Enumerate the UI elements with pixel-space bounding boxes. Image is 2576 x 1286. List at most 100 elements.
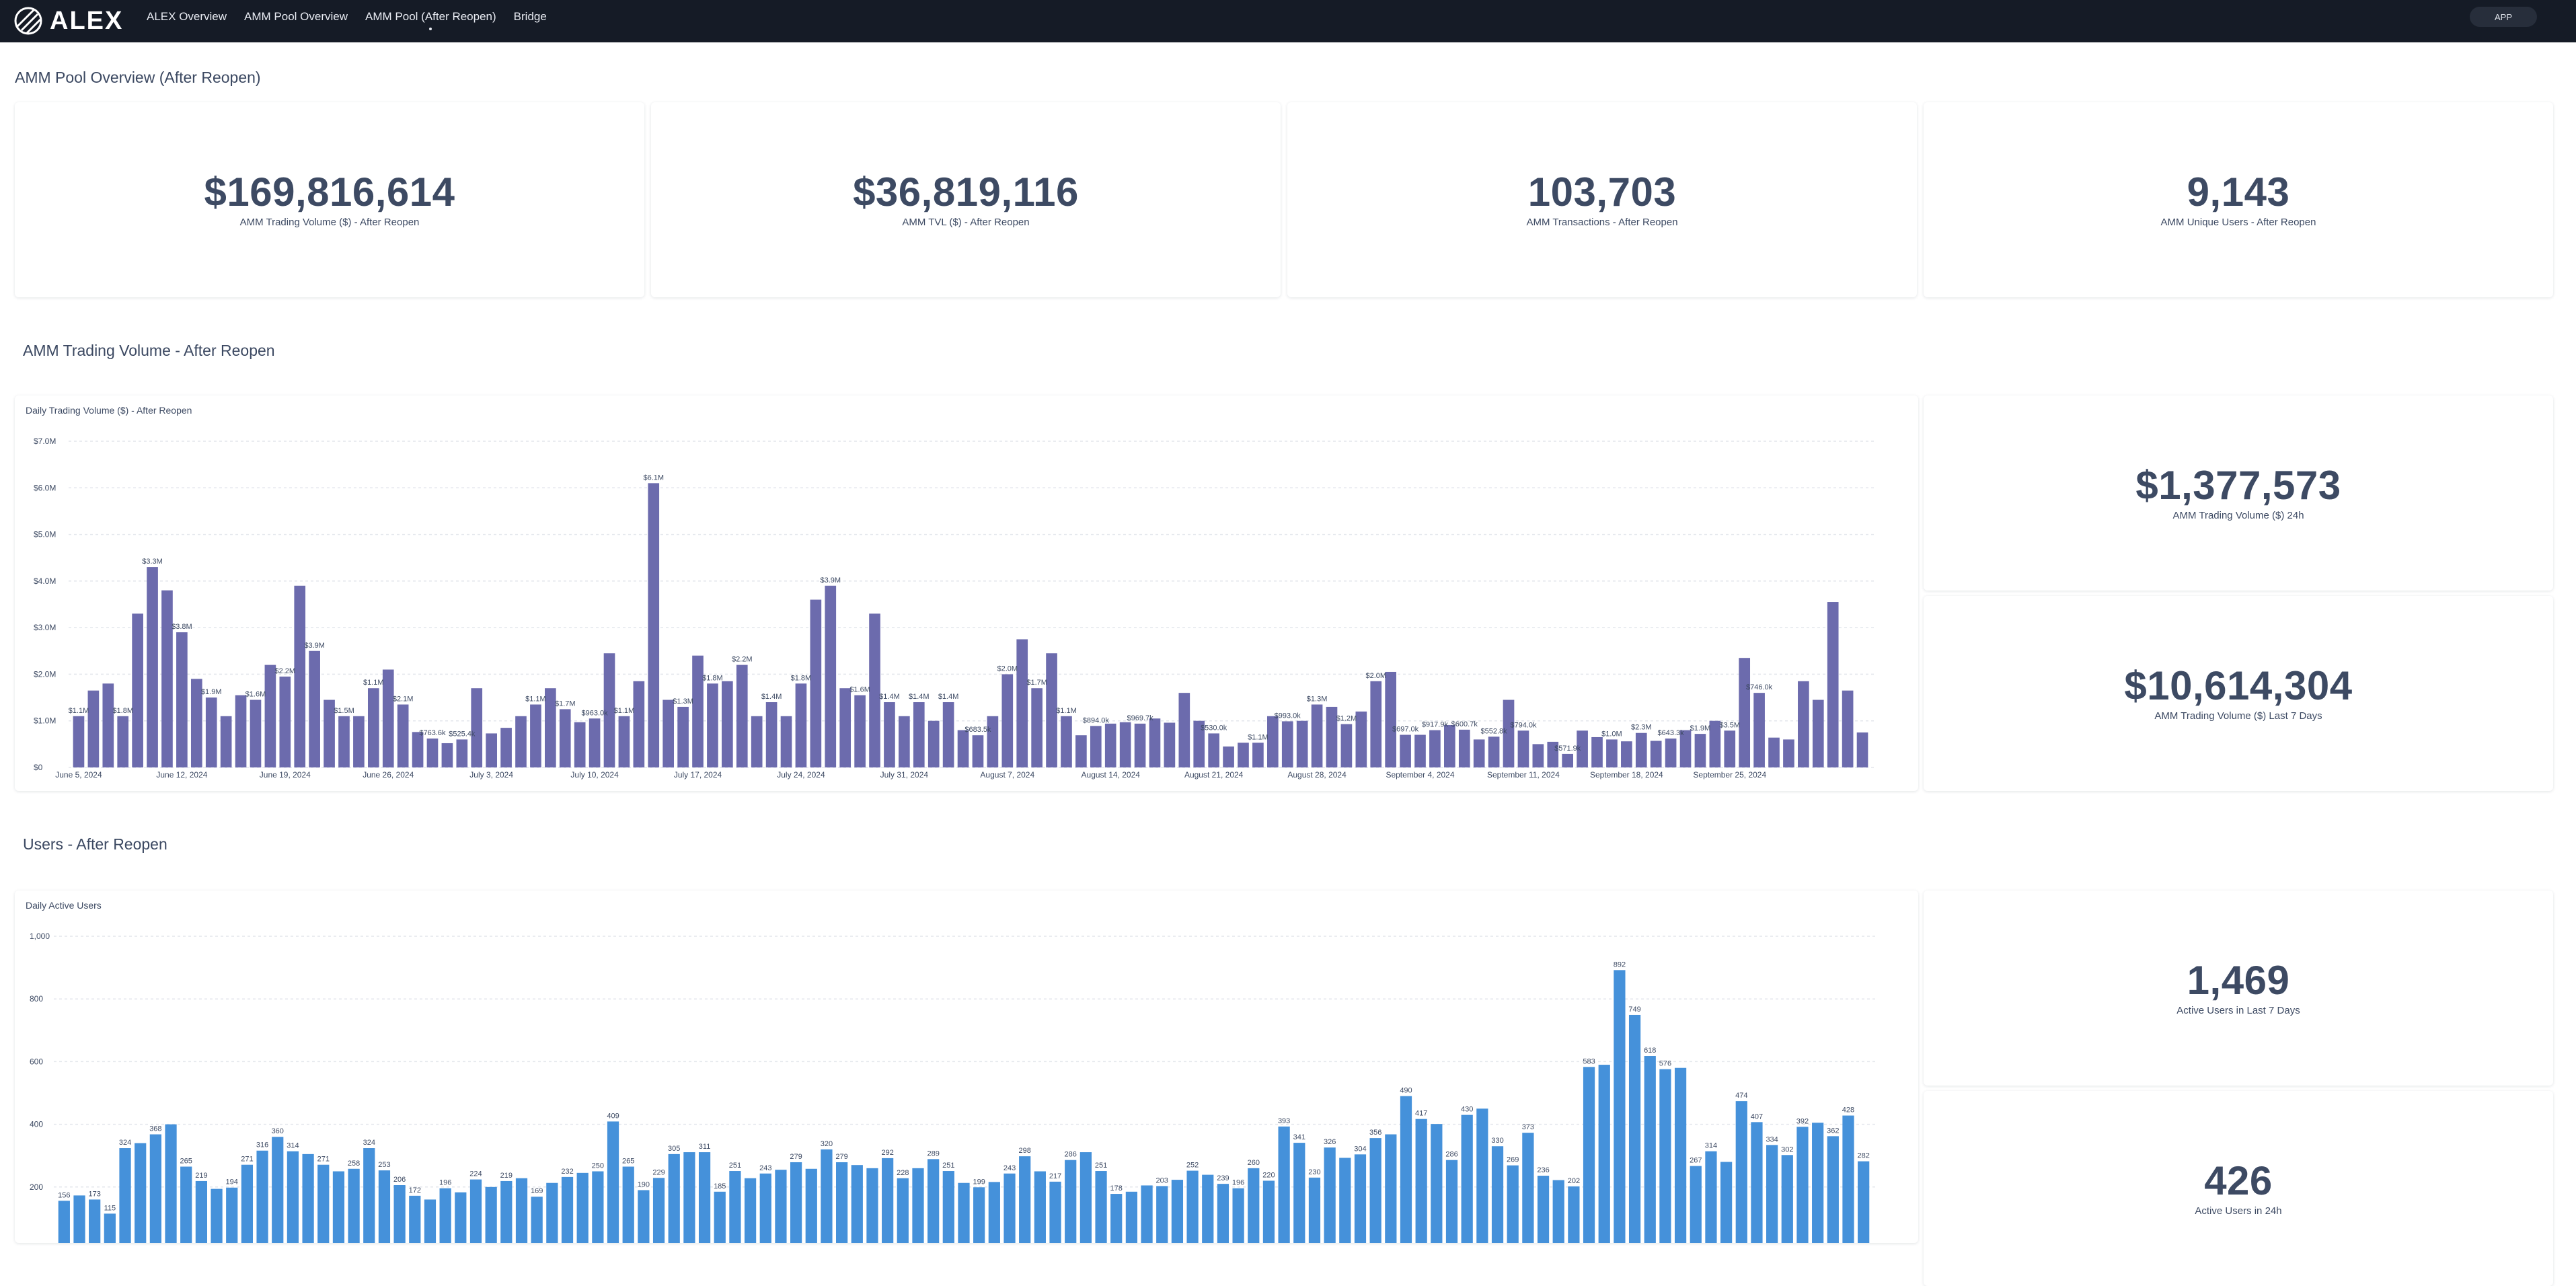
data-label: 219 [195,1172,207,1180]
data-label: 393 [1278,1117,1290,1125]
bar [1751,1122,1763,1250]
bar [1650,741,1662,767]
bar [589,718,601,767]
bar [1796,1127,1809,1250]
bar [1628,1014,1641,1250]
data-label: 239 [1217,1174,1229,1182]
bar [424,1199,437,1250]
bar [622,1166,634,1250]
bar [1202,1174,1214,1250]
bar [683,1152,695,1250]
overview-section-title: AMM Pool Overview (After Reopen) [15,69,261,86]
bar [1532,744,1544,767]
y-tick-label: 400 [30,1120,43,1129]
bar [382,669,394,767]
bar [456,739,468,767]
data-label: 320 [821,1140,833,1148]
bar [1583,1067,1595,1250]
alex-logo[interactable]: ALEX [13,5,123,36]
data-label: $1.3M [1307,695,1328,703]
kpi-label: AMM Trading Volume ($) 24h [2172,509,2304,521]
data-label: 196 [1232,1179,1244,1187]
bar [795,683,807,767]
data-label: $763.6k [419,729,446,737]
data-label: $1.6M [849,686,870,694]
x-tick-label: August 7, 2024 [980,770,1034,780]
bar [1798,681,1809,767]
data-label: 258 [348,1160,360,1168]
data-label: $894.0k [1083,716,1110,724]
data-label: 173 [89,1190,101,1198]
bar [1644,1056,1656,1250]
data-label: 251 [942,1162,954,1170]
data-label: 156 [58,1191,70,1199]
data-label: 279 [835,1153,847,1161]
app-button[interactable]: APP [2470,7,2537,27]
bar [397,704,409,767]
bar [1095,1171,1107,1250]
data-label: $1.7M [1026,679,1047,687]
bar [1768,737,1780,767]
nav-amm-pool-overview[interactable]: AMM Pool Overview [244,10,348,24]
data-label: 490 [1400,1087,1412,1095]
bar [1522,1133,1534,1250]
bar [897,1178,909,1250]
data-label: 194 [226,1178,238,1186]
data-label: 190 [638,1180,650,1188]
data-label: 326 [1324,1138,1336,1146]
bar [1065,1160,1077,1250]
bar [302,1153,314,1250]
bar [1278,1126,1290,1250]
data-label: $525.4k [449,730,476,738]
bar [805,1168,817,1250]
data-label: 362 [1827,1127,1839,1135]
data-label: $1.1M [525,695,546,703]
data-label: 196 [439,1179,451,1187]
bar [1705,1151,1717,1250]
data-label: $969.7k [1127,714,1153,722]
data-label: $794.0k [1510,721,1537,729]
nav-alex-overview[interactable]: ALEX Overview [147,10,227,24]
data-label: 253 [378,1161,390,1169]
volume-section-title: AMM Trading Volume - After Reopen [23,342,275,359]
data-label: $3.5M [1719,721,1740,729]
data-label: $3.9M [304,642,325,650]
bar [256,1150,268,1250]
bar [161,590,173,767]
x-tick-label: July 10, 2024 [570,770,619,780]
y-tick-label: $6.0M [34,483,56,492]
bar [1178,693,1190,767]
bar [546,1182,558,1250]
bar [1311,704,1323,767]
bar [500,728,512,767]
bar [1308,1177,1321,1250]
bar [1238,743,1249,767]
bar [988,1182,1000,1250]
bar [1400,1096,1412,1250]
data-label: $2.2M [275,667,296,675]
nav-bridge[interactable]: Bridge [514,10,547,24]
nav-amm-pool-after-reopen[interactable]: AMM Pool (After Reopen) [365,10,496,24]
bar [714,1191,726,1250]
y-tick-label: $2.0M [34,669,56,679]
bar [677,706,689,767]
bar [559,709,571,767]
bar [1293,1143,1305,1250]
bar [1568,1186,1580,1250]
kpi-value: 103,703 [1527,169,1677,215]
y-tick-label: 600 [30,1057,43,1066]
bar [367,688,379,767]
bar [1445,1160,1458,1250]
data-label: 286 [1445,1151,1457,1159]
data-label: 368 [149,1125,161,1133]
bar [294,585,306,767]
bar [393,1185,406,1250]
bar [1753,693,1765,767]
bar [87,690,100,767]
bar [1208,733,1219,767]
data-label: 356 [1369,1129,1381,1137]
bar [652,1178,665,1250]
bar [821,1149,833,1250]
bar [561,1176,574,1250]
data-label: $552.8k [1481,727,1508,735]
